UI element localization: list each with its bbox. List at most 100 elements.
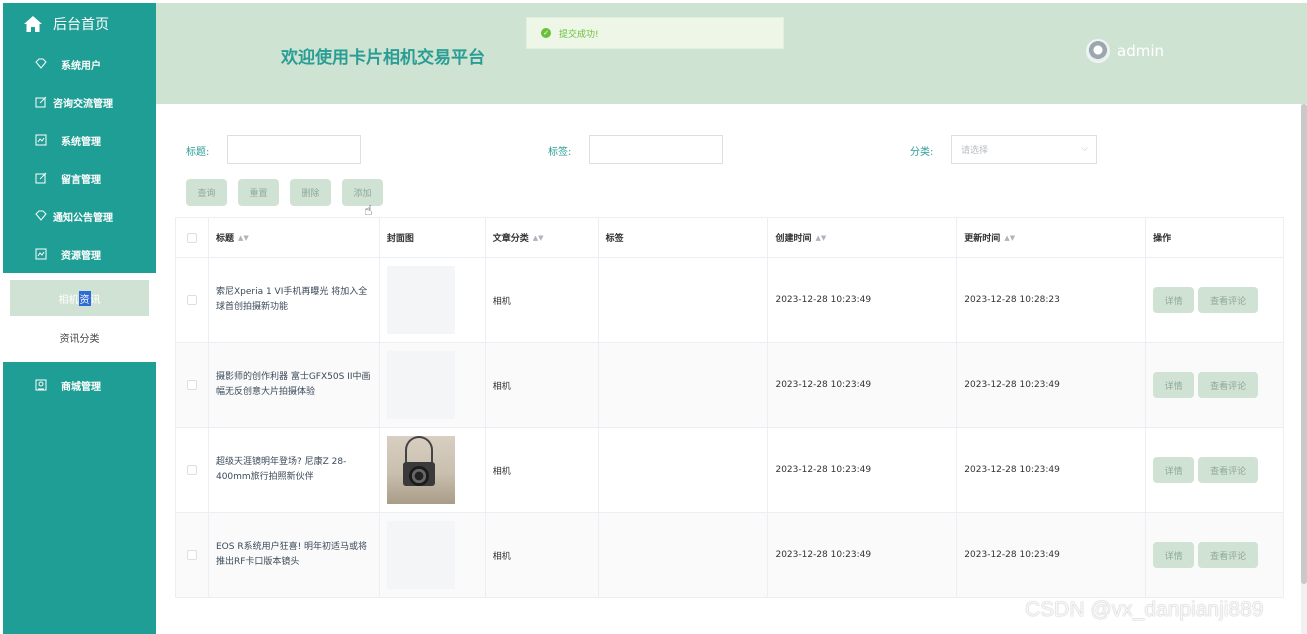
header-title-label: 标题 <box>215 234 234 244</box>
sidebar-item-consult[interactable]: 咨询交流管理 <box>3 83 156 121</box>
detail-button[interactable]: 详情 <box>1153 372 1195 398</box>
row-created: 2023-12-28 10:23:49 <box>775 465 872 475</box>
row-select-cell <box>176 513 209 597</box>
sidebar-subitem-camera-news[interactable]: 相机资讯 <box>10 280 149 316</box>
row-category: 相机 <box>492 551 511 562</box>
user-menu[interactable]: admin <box>1086 39 1164 63</box>
sidebar-item-label: 系统用户 <box>61 60 101 72</box>
header-updated[interactable]: 更新时间 ▲▼ <box>957 218 1147 257</box>
sidebar-item-label: 留言管理 <box>61 174 101 186</box>
check-circle-icon: ✓ <box>541 28 551 38</box>
header-actions: 操作 <box>1146 218 1284 257</box>
actions-cell: 详情 查看评论 <box>1146 258 1284 342</box>
sidebar-subitem-news-category[interactable]: 资讯分类 <box>10 319 149 355</box>
header-title[interactable]: 标题 ▲▼ <box>209 218 380 257</box>
sort-icon: ▲▼ <box>815 233 827 242</box>
tag-filter-input[interactable] <box>589 135 723 164</box>
row-updated: 2023-12-28 10:23:49 <box>964 465 1060 475</box>
sidebar-item-notice[interactable]: 通知公告管理 <box>3 197 156 235</box>
page-scrollbar[interactable] <box>1301 104 1307 634</box>
header-updated-label: 更新时间 <box>964 234 1001 244</box>
view-comments-button[interactable]: 查看评论 <box>1198 542 1259 568</box>
watermark: CSDN @vx_danpianji889 <box>1025 598 1264 621</box>
sidebar-home-label: 后台首页 <box>53 17 109 33</box>
header-category[interactable]: 文章分类 ▲▼ <box>486 218 599 257</box>
cover-cell <box>380 258 486 342</box>
filter-bar: 标题: 标签: 分类: 请选择 ⌵ <box>162 135 1298 165</box>
detail-button[interactable]: 详情 <box>1153 287 1195 313</box>
cover-image-camera <box>386 436 455 504</box>
category-select[interactable]: 请选择 ⌵ <box>951 135 1097 164</box>
row-checkbox[interactable] <box>186 550 197 560</box>
updated-cell: 2023-12-28 10:23:49 <box>957 428 1147 512</box>
query-button[interactable]: 查询 <box>186 179 227 206</box>
header-cover: 封面图 <box>380 218 486 257</box>
tags-cell <box>599 258 769 342</box>
sidebar-item-messages[interactable]: 留言管理 <box>3 159 156 197</box>
detail-button[interactable]: 详情 <box>1153 457 1195 483</box>
row-created: 2023-12-28 10:23:49 <box>775 295 872 305</box>
select-all-checkbox[interactable] <box>186 232 197 243</box>
cover-cell <box>380 343 486 427</box>
category-filter-label: 分类: <box>910 147 934 158</box>
add-button[interactable]: 添加 <box>342 179 383 206</box>
sidebar-item-label: 通知公告管理 <box>53 212 113 224</box>
username: admin <box>1117 42 1164 60</box>
row-title: EOS R系统用户狂喜! 明年初适马或将推出RF卡口版本镜头 <box>215 542 368 567</box>
tags-cell <box>599 343 769 427</box>
view-comments-button[interactable]: 查看评论 <box>1198 372 1259 398</box>
created-cell: 2023-12-28 10:23:49 <box>768 343 958 427</box>
edit-icon <box>35 172 47 184</box>
cover-image <box>386 351 455 419</box>
sidebar: 后台首页 系统用户 咨询交流管理 系统管理 留言管理 通知公告管理 资源管理 相… <box>3 3 156 634</box>
created-cell: 2023-12-28 10:23:49 <box>768 258 958 342</box>
chart-icon <box>35 248 47 260</box>
sidebar-item-system-manage[interactable]: 系统管理 <box>3 121 156 159</box>
category-select-placeholder: 请选择 <box>961 146 989 156</box>
reset-button[interactable]: 重置 <box>238 179 279 206</box>
table-row: EOS R系统用户狂喜! 明年初适马或将推出RF卡口版本镜头 相机 2023-1… <box>176 513 1284 598</box>
chart-icon <box>35 134 47 146</box>
view-comments-button[interactable]: 查看评论 <box>1198 457 1259 483</box>
sidebar-item-store[interactable]: 商城管理 <box>3 366 156 404</box>
row-checkbox[interactable] <box>186 380 197 390</box>
subitem-label-post: 讯 <box>90 294 101 306</box>
detail-button[interactable]: 详情 <box>1153 542 1195 568</box>
created-cell: 2023-12-28 10:23:49 <box>768 428 958 512</box>
success-toast: ✓ 提交成功! <box>526 17 784 49</box>
action-buttons: 查询 重置 删除 添加 <box>186 179 394 206</box>
delete-button[interactable]: 删除 <box>290 179 331 206</box>
sidebar-submenu: 相机资讯 资讯分类 <box>3 273 156 362</box>
sidebar-item-label: 资源管理 <box>61 250 101 262</box>
cover-image <box>386 521 455 589</box>
row-select-cell <box>176 428 209 512</box>
created-cell: 2023-12-28 10:23:49 <box>768 513 958 597</box>
sort-icon: ▲▼ <box>237 233 249 242</box>
title-filter-input[interactable] <box>227 135 361 164</box>
home-icon <box>23 15 43 33</box>
edit-icon <box>35 96 47 108</box>
cover-cell <box>380 428 486 512</box>
actions-cell: 详情 查看评论 <box>1146 343 1284 427</box>
updated-cell: 2023-12-28 10:23:49 <box>957 343 1147 427</box>
table-header-row: 标题 ▲▼ 封面图 文章分类 ▲▼ 标签 创建时间 ▲▼ 更新时间 ▲▼ 操作 <box>176 218 1284 258</box>
actions-cell: 详情 查看评论 <box>1146 428 1284 512</box>
sidebar-item-label: 系统管理 <box>61 136 101 148</box>
row-updated: 2023-12-28 10:28:23 <box>964 295 1060 305</box>
diamond-icon <box>35 210 47 222</box>
row-checkbox[interactable] <box>186 295 197 305</box>
subitem-label-highlight: 资 <box>78 290 91 306</box>
scrollbar-thumb[interactable] <box>1301 104 1307 584</box>
row-category: 相机 <box>492 381 511 392</box>
view-comments-button[interactable]: 查看评论 <box>1198 287 1259 313</box>
sidebar-home[interactable]: 后台首页 <box>3 3 156 45</box>
table-row: 超级天涯镜明年登场? 尼康Z 28-400mm旅行拍照新伙伴 相机 2023-1… <box>176 428 1284 513</box>
subitem-label-pre: 相机 <box>58 294 79 306</box>
category-cell: 相机 <box>486 513 599 597</box>
main-content: 标题: 标签: 分类: 请选择 ⌵ 查询 重置 删除 添加 ☝ 标题 ▲▼ 封面图… <box>162 108 1298 634</box>
row-checkbox[interactable] <box>186 465 197 475</box>
header-created[interactable]: 创建时间 ▲▼ <box>768 218 958 257</box>
sidebar-item-resources[interactable]: 资源管理 <box>3 235 156 273</box>
row-category: 相机 <box>492 466 511 477</box>
sidebar-item-system-users[interactable]: 系统用户 <box>3 45 156 83</box>
